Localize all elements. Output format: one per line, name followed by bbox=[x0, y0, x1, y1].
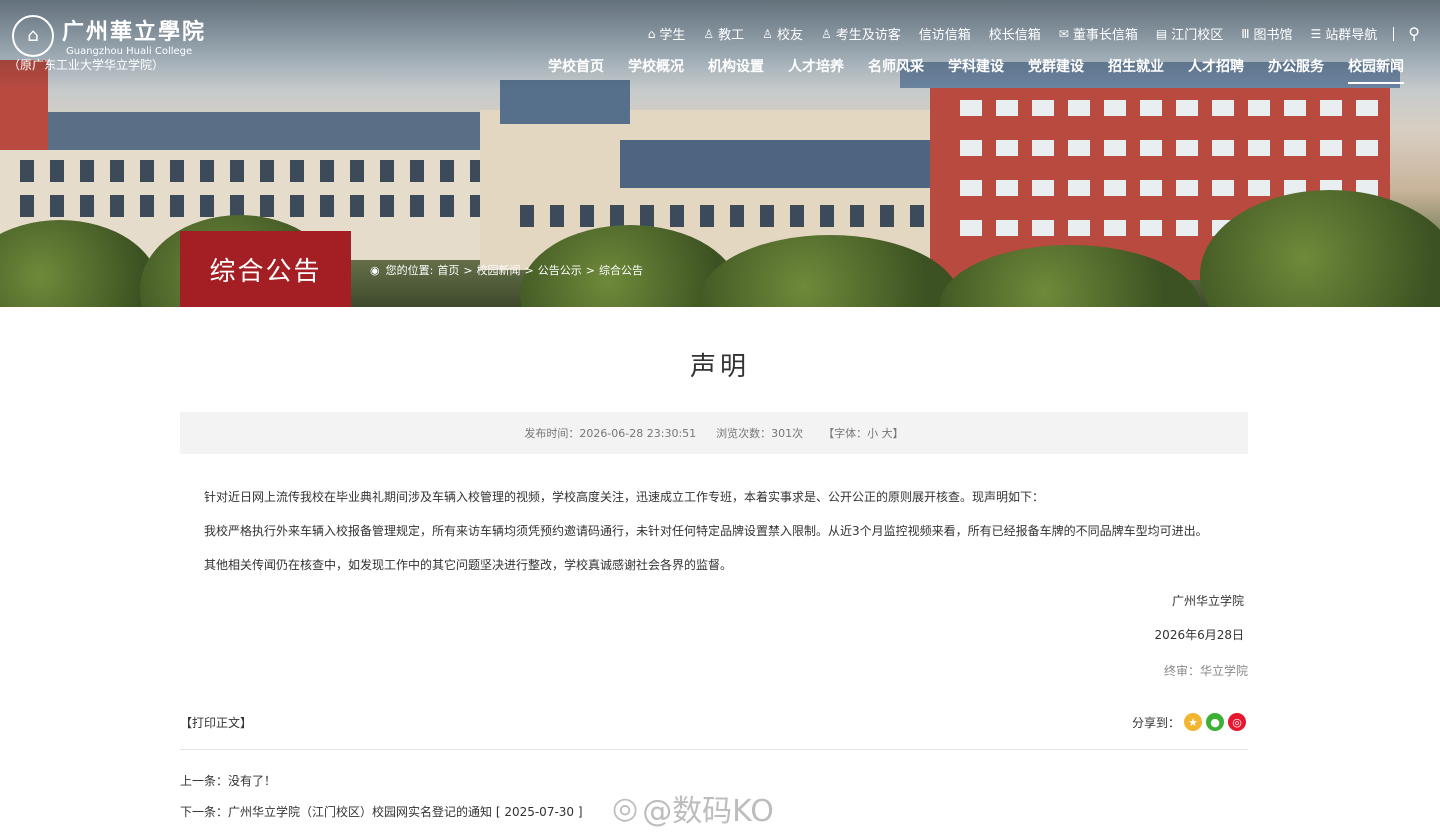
logo-text: 广州華立學院 Guangzhou Huali College bbox=[62, 14, 206, 57]
utility-link-label: 信访信箱 bbox=[918, 28, 971, 43]
nav-item[interactable]: 学科建设 bbox=[948, 56, 1004, 84]
utility-link-label: 教工 bbox=[718, 28, 745, 43]
utility-link[interactable]: 校长信箱 bbox=[989, 24, 1041, 43]
campus-windows-left bbox=[20, 160, 500, 182]
utility-link-label: 董事长信箱 bbox=[1072, 28, 1138, 43]
utility-link[interactable]: ⌂ 学生 bbox=[647, 24, 686, 44]
menu-icon: ☰ bbox=[1310, 26, 1322, 41]
hero-banner: ⌂ 广州華立學院 Guangzhou Huali College （原广东工业大… bbox=[0, 0, 1440, 307]
share-bar: 分享到： ★ ● ◎ bbox=[1132, 713, 1246, 731]
college-logo[interactable]: ⌂ 广州華立學院 Guangzhou Huali College bbox=[12, 14, 206, 57]
font-size-control[interactable]: 【字体：小 大】 bbox=[823, 425, 904, 441]
campus-roof-left bbox=[0, 112, 520, 150]
utility-link-label: 校友 bbox=[776, 28, 803, 43]
library-icon: Ⅲ bbox=[1241, 26, 1250, 41]
view-count: 浏览次数：301次 bbox=[716, 427, 804, 440]
campus-windows-center bbox=[520, 205, 940, 227]
breadcrumb-separator: > bbox=[463, 264, 473, 277]
section-title: 综合公告 bbox=[180, 231, 351, 307]
breadcrumb-item[interactable]: 校园新闻 bbox=[477, 264, 521, 277]
utility-link[interactable]: ☰ 站群导航 bbox=[1310, 24, 1378, 44]
nav-item[interactable]: 办公服务 bbox=[1268, 56, 1324, 84]
watermark: ◎ @数码KO bbox=[612, 786, 774, 830]
utility-link-label: 江门校区 bbox=[1171, 28, 1224, 43]
nav-item[interactable]: 名师风采 bbox=[868, 56, 924, 84]
publish-time: 发布时间：2026-06-28 23:30:51 bbox=[524, 427, 697, 440]
separator bbox=[1393, 26, 1395, 41]
article-meta: 发布时间：2026-06-28 23:30:51 浏览次数：301次 【字体：小… bbox=[180, 412, 1248, 454]
campus-roof-center-2 bbox=[620, 140, 940, 188]
article-signature: 广州华立学院 bbox=[1171, 594, 1244, 608]
users-icon: ♙ bbox=[703, 26, 715, 41]
user-icon: ♙ bbox=[820, 26, 832, 41]
users-icon: ♙ bbox=[762, 26, 773, 41]
breadcrumb-separator: > bbox=[524, 264, 534, 277]
article-reviewer: 终审：华立学院 bbox=[1163, 664, 1248, 678]
paragraph-2: 我校严格执行外来车辆入校报备管理规定，所有来访车辆均须凭预约邀请码通行，未针对任… bbox=[204, 524, 1208, 538]
nav-item[interactable]: 学校首页 bbox=[548, 56, 604, 84]
search-icon[interactable]: ⚲ bbox=[1408, 24, 1420, 43]
graduation-cap-icon: ⌂ bbox=[647, 26, 656, 41]
breadcrumb-item[interactable]: 首页 bbox=[437, 264, 459, 277]
utility-link-label: 考生及访客 bbox=[835, 28, 901, 43]
utility-link[interactable]: ♙ 教工 bbox=[703, 24, 745, 44]
share-label: 分享到： bbox=[1131, 715, 1180, 730]
nav-item[interactable]: 人才培养 bbox=[788, 56, 844, 84]
utility-link-label: 站群导航 bbox=[1325, 28, 1378, 43]
watermark-text: @数码KO bbox=[642, 794, 774, 829]
breadcrumb-separator: > bbox=[585, 264, 595, 277]
utility-link-label: 图书馆 bbox=[1253, 28, 1293, 43]
utility-link[interactable]: ✉ 董事长信箱 bbox=[1058, 24, 1138, 44]
utility-link[interactable]: ▤ 江门校区 bbox=[1155, 24, 1224, 44]
paragraph-1: 针对近日网上流传我校在毕业典礼期间涉及车辆入校管理的视频，学校高度关注，迅速成立… bbox=[204, 490, 1045, 504]
article-date: 2026年6月28日 bbox=[1154, 628, 1244, 642]
weibo-share-icon[interactable]: ◎ bbox=[1228, 713, 1246, 731]
campus-windows-left-2 bbox=[20, 195, 500, 217]
qzone-share-icon[interactable]: ★ bbox=[1184, 713, 1202, 731]
next-article-link[interactable]: 下一条：广州华立学院（江门校区）校园网实名登记的通知 [ 2025-07-30 … bbox=[180, 803, 583, 820]
building-icon: ▤ bbox=[1155, 26, 1168, 41]
nav-item[interactable]: 人才招聘 bbox=[1188, 56, 1244, 84]
campus-windows-red-1 bbox=[960, 100, 1380, 116]
article-title: 声明 bbox=[689, 352, 750, 382]
utility-links: ⌂ 学生 ♙ 教工 ♙ 校友 ♙ 考生及访客 信访信箱 校长信箱 ✉ 董事长信箱 ▤ 江门校区 Ⅲ 图书馆 ☰ 站… bbox=[630, 24, 1420, 43]
utility-link[interactable]: ♙ 考生及访客 bbox=[820, 24, 901, 44]
mail-icon: ✉ bbox=[1058, 26, 1069, 41]
print-button[interactable]: 【打印正文】 bbox=[180, 714, 252, 731]
logo-chinese: 广州華立學院 bbox=[62, 19, 207, 45]
prev-article-link[interactable]: 上一条：没有了！ bbox=[180, 772, 276, 789]
nav-item[interactable]: 招生就业 bbox=[1108, 56, 1164, 84]
college-seal-icon: ⌂ bbox=[12, 14, 54, 57]
article-body: 针对近日网上流传我校在毕业典礼期间涉及车辆入校管理的视频，学校高度关注，迅速成立… bbox=[204, 488, 1244, 590]
utility-link-label: 校长信箱 bbox=[988, 28, 1041, 43]
logo-subtitle: （原广东工业大学华立学院） bbox=[8, 58, 165, 72]
nav-item[interactable]: 校园新闻 bbox=[1348, 56, 1404, 84]
paragraph-3: 其他相关传闻仍在核查中，如发现工作中的其它问题坚决进行整改，学校真诚感谢社会各界… bbox=[204, 558, 733, 572]
main-nav: 学校首页 学校概况 机构设置 人才培养 名师风采 学科建设 党群建设 招生就业 人才招聘 办公服务… bbox=[524, 56, 1404, 84]
breadcrumb-item[interactable]: 综合公告 bbox=[599, 264, 643, 277]
weibo-watermark-icon: ◎ bbox=[612, 790, 639, 826]
breadcrumb-items: 首页 > 校园新闻 > 公告公示 > 综合公告 bbox=[437, 262, 647, 278]
breadcrumb: ◉ 您的位置: 首页 > 校园新闻 > 公告公示 > 综合公告 bbox=[370, 262, 651, 278]
breadcrumb-prefix: 您的位置: bbox=[385, 264, 434, 277]
nav-item[interactable]: 学校概况 bbox=[628, 56, 684, 84]
wechat-share-icon[interactable]: ● bbox=[1206, 713, 1224, 731]
utility-link-label: 学生 bbox=[659, 28, 686, 43]
utility-link[interactable]: Ⅲ 图书馆 bbox=[1241, 24, 1293, 44]
utility-link[interactable]: 信访信箱 bbox=[919, 24, 971, 43]
nav-item[interactable]: 机构设置 bbox=[708, 56, 764, 84]
campus-windows-red-2 bbox=[960, 140, 1380, 156]
footer-divider bbox=[180, 749, 1248, 750]
nav-item[interactable]: 党群建设 bbox=[1028, 56, 1084, 84]
breadcrumb-item[interactable]: 公告公示 bbox=[538, 264, 582, 277]
location-pin-icon: ◉ bbox=[370, 263, 380, 277]
utility-link[interactable]: ♙ 校友 bbox=[762, 24, 803, 44]
